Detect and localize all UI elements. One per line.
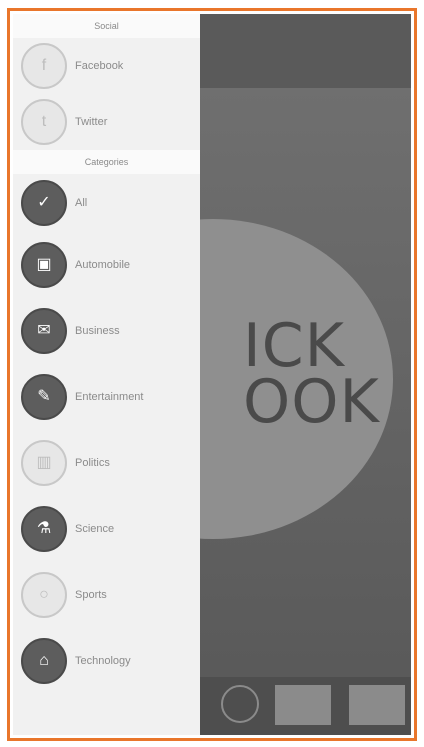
twitter-glyph: t — [41, 113, 47, 130]
checkmark-icon: ✓ — [21, 180, 67, 226]
ball-glyph: ○ — [39, 586, 49, 603]
circle-icon[interactable] — [221, 685, 259, 723]
briefcase-glyph: ✉ — [37, 322, 51, 339]
building-icon: ▥ — [21, 440, 67, 486]
checkmark-glyph: ✓ — [37, 194, 51, 211]
drawer-item-entertainment[interactable]: ✎ Entertainment — [13, 364, 200, 430]
thumbnail-2[interactable] — [349, 685, 405, 725]
facebook-glyph: f — [41, 57, 47, 74]
app-logo: ICK OOK — [243, 311, 380, 437]
drawer-item-label: All — [75, 197, 88, 209]
app-screen: ICK OOK Social f Facebook t Twitter Cate… — [13, 14, 411, 735]
drawer-item-twitter[interactable]: t Twitter — [13, 94, 200, 150]
building-glyph: ▥ — [36, 454, 52, 471]
facebook-icon: f — [21, 43, 67, 89]
microscope-icon: ⚗ — [21, 506, 67, 552]
car-icon: ▣ — [21, 242, 67, 288]
drawer-item-label: Facebook — [75, 60, 124, 72]
device-icon: ⌂ — [21, 638, 67, 684]
section-header-categories: Categories — [13, 150, 200, 174]
car-glyph: ▣ — [36, 256, 52, 273]
drawer-item-technology[interactable]: ⌂ Technology — [13, 628, 200, 694]
briefcase-icon: ✉ — [21, 308, 67, 354]
twitter-icon: t — [21, 99, 67, 145]
drawer-item-label: Automobile — [75, 259, 131, 271]
drawer-item-label: Entertainment — [75, 391, 144, 403]
drawer-item-automobile[interactable]: ▣ Automobile — [13, 232, 200, 298]
drawer-item-label: Business — [75, 325, 120, 337]
ball-icon: ○ — [21, 572, 67, 618]
navigation-drawer: Social f Facebook t Twitter Categories ✓… — [13, 14, 200, 735]
drawer-item-business[interactable]: ✉ Business — [13, 298, 200, 364]
logo-line-1: ICK — [243, 311, 345, 381]
drawer-item-facebook[interactable]: f Facebook — [13, 38, 200, 94]
drawer-item-label: Technology — [75, 655, 131, 667]
screenshot-frame: ICK OOK Social f Facebook t Twitter Cate… — [7, 8, 417, 741]
brush-icon: ✎ — [21, 374, 67, 420]
drawer-item-politics[interactable]: ▥ Politics — [13, 430, 200, 496]
section-header-social: Social — [13, 14, 200, 38]
drawer-item-label: Science — [75, 523, 115, 535]
drawer-item-sports[interactable]: ○ Sports — [13, 562, 200, 628]
device-glyph: ⌂ — [39, 652, 49, 669]
brush-glyph: ✎ — [37, 388, 51, 405]
microscope-glyph: ⚗ — [36, 520, 52, 537]
drawer-item-science[interactable]: ⚗ Science — [13, 496, 200, 562]
drawer-item-label: Politics — [75, 457, 110, 469]
logo-line-2: OOK — [243, 367, 380, 437]
drawer-item-label: Twitter — [75, 116, 108, 128]
thumbnail-1[interactable] — [275, 685, 331, 725]
drawer-item-label: Sports — [75, 589, 107, 601]
drawer-item-all[interactable]: ✓ All — [13, 174, 200, 232]
